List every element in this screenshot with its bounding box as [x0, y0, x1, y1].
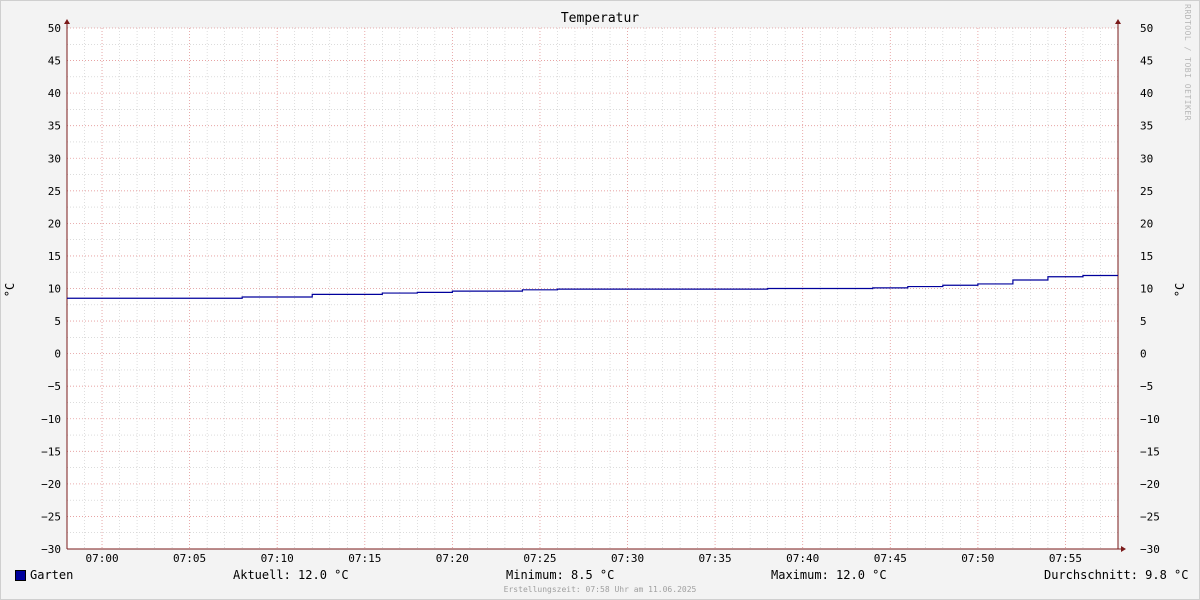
legend-average: Durchschnitt: 9.8 °C [1044, 568, 1189, 582]
x-tick-label: 07:45 [874, 552, 907, 565]
chart-title: Temperatur [560, 11, 640, 26]
y-tick-label-left: −5 [48, 380, 61, 393]
y-tick-label-right: −25 [1140, 510, 1160, 523]
y-tick-label-right: 30 [1140, 152, 1153, 165]
y-tick-label-left: 20 [48, 217, 61, 230]
rrdtool-watermark: RRDTOOL / TOBI OETIKER [1183, 4, 1192, 121]
creation-time-footer: Erstellungszeit: 07:58 Uhr am 11.06.2025 [503, 585, 697, 594]
x-tick-label: 07:00 [85, 552, 118, 565]
legend-series-name: Garten [30, 568, 74, 582]
y-tick-label-right: 10 [1140, 283, 1153, 296]
y-tick-label-left: −15 [41, 445, 61, 458]
temperature-chart: 50 5045 4540 4035 3530 3025 2520 2015 1510 105 50 0… [41, 19, 1160, 565]
y-axis-label-right: °C [1173, 282, 1188, 298]
y-tick-label-right: −10 [1140, 413, 1160, 426]
x-axis-arrow [1121, 546, 1126, 552]
y-tick-label-left: 10 [48, 283, 61, 296]
y-tick-label-left: 5 [54, 315, 61, 328]
x-tick-label: 07:10 [261, 552, 294, 565]
y-tick-label-left: −10 [41, 413, 61, 426]
y-tick-label-right: −5 [1140, 380, 1153, 393]
y-tick-label-left: 15 [48, 250, 61, 263]
y-tick-label-left: 0 [54, 348, 61, 361]
y-tick-label-right: 20 [1140, 217, 1153, 230]
y-tick-label-left: −20 [41, 478, 61, 491]
y-tick-label-right: −15 [1140, 445, 1160, 458]
y-tick-label-right: 25 [1140, 185, 1153, 198]
legend-swatch-garten [15, 570, 26, 581]
y-tick-label-right: −30 [1140, 543, 1160, 556]
y-tick-label-left: 30 [48, 152, 61, 165]
x-tick-label: 07:40 [786, 552, 819, 565]
y-tick-label-left: 25 [48, 185, 61, 198]
y-tick-label-left: 35 [48, 120, 61, 133]
y-tick-label-right: −20 [1140, 478, 1160, 491]
y-tick-label-left: −25 [41, 510, 61, 523]
y-tick-label-left: 40 [48, 87, 61, 100]
y-tick-label-right: 35 [1140, 120, 1153, 133]
x-tick-label: 07:15 [348, 552, 381, 565]
y-tick-label-right: 5 [1140, 315, 1147, 328]
x-tick-label: 07:30 [611, 552, 644, 565]
x-tick-label: 07:50 [961, 552, 994, 565]
y-axis-label-left: °C [3, 282, 18, 298]
x-tick-label: 07:55 [1049, 552, 1082, 565]
y-tick-label-right: 0 [1140, 348, 1147, 361]
y-tick-label-left: 45 [48, 55, 61, 68]
y-tick-label-right: 40 [1140, 87, 1153, 100]
y-tick-label-left: −30 [41, 543, 61, 556]
y-tick-label-right: 45 [1140, 55, 1153, 68]
x-tick-label: 07:25 [523, 552, 556, 565]
x-tick-label: 07:35 [699, 552, 732, 565]
legend-maximum: Maximum: 12.0 °C [771, 568, 887, 582]
y-tick-label-right: 15 [1140, 250, 1153, 263]
legend-minimum: Minimum: 8.5 °C [506, 568, 615, 582]
legend-current: Aktuell: 12.0 °C [233, 568, 349, 582]
x-tick-label: 07:05 [173, 552, 206, 565]
x-tick-label: 07:20 [436, 552, 469, 565]
